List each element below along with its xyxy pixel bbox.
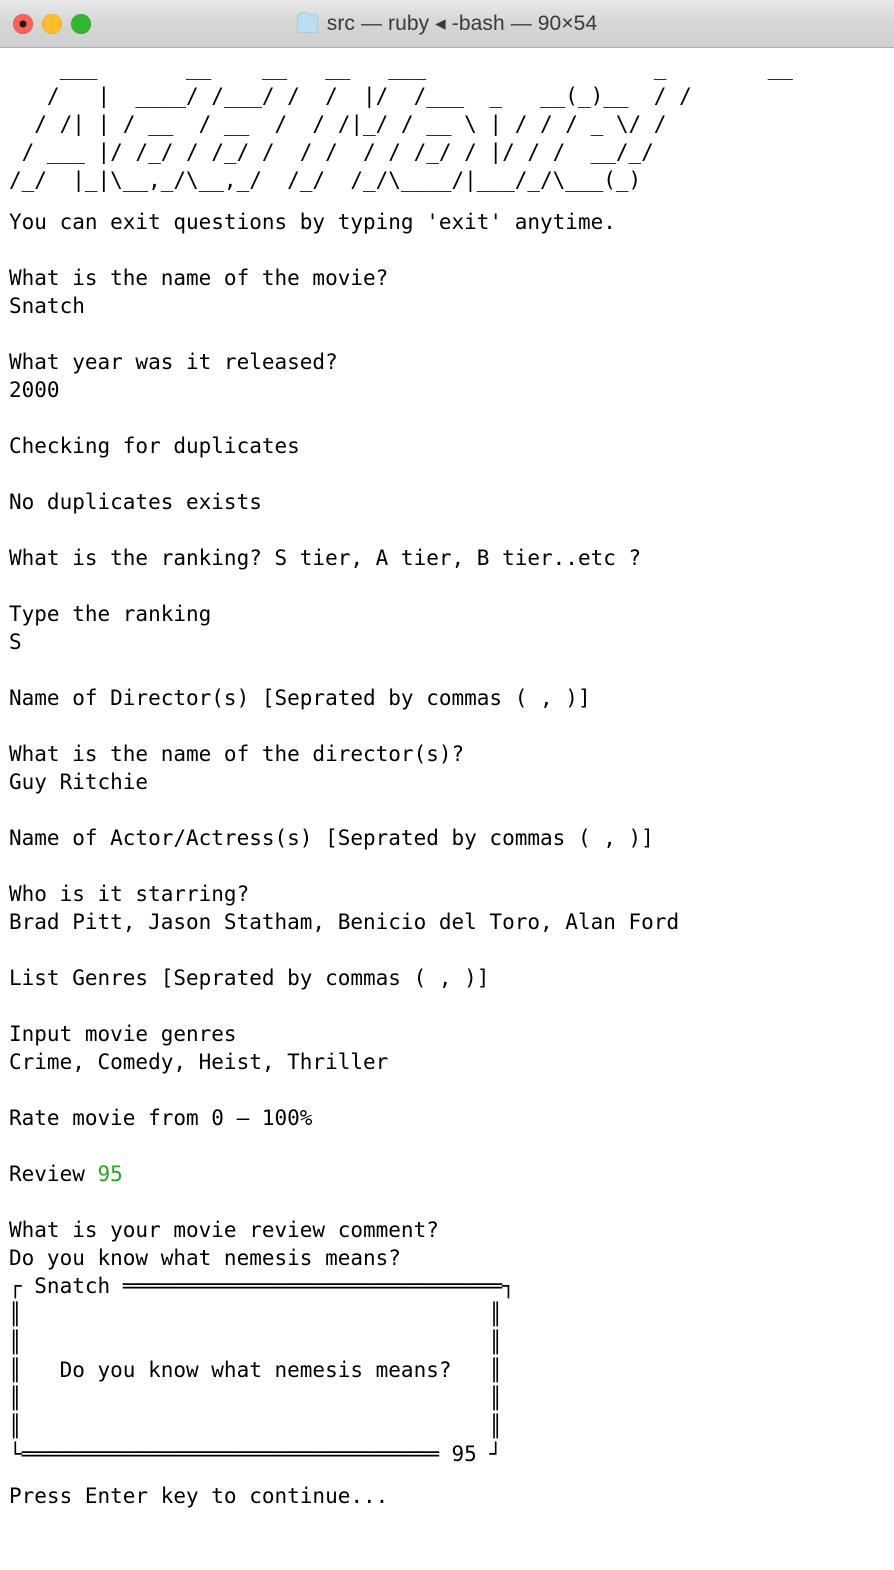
folder-icon	[296, 12, 318, 33]
label-genres: List Genres [Seprated by commas ( , )]	[9, 966, 490, 990]
answer-genres: Crime, Comedy, Heist, Thriller	[9, 1050, 389, 1074]
exit-hint: You can exit questions by typing 'exit' …	[9, 210, 616, 234]
answer-starring: Brad Pitt, Jason Statham, Benicio del To…	[9, 910, 680, 934]
question-year: What year was it released?	[9, 350, 338, 374]
title-center-group: src — ruby ◂ -bash — 90×54	[0, 11, 894, 36]
review-label: Review	[9, 1162, 98, 1186]
question-review-comment: What is your movie review comment?	[9, 1218, 439, 1242]
answer-year: 2000	[9, 378, 60, 402]
label-rate: Rate movie from 0 — 100%	[9, 1106, 313, 1130]
close-button[interactable]	[13, 13, 33, 34]
review-value: 95	[97, 1162, 123, 1186]
question-director: What is the name of the director(s)?	[9, 742, 465, 766]
label-director: Name of Director(s) [Seprated by commas …	[9, 686, 591, 710]
terminal-window: src — ruby ◂ -bash — 90×54 ___ __ __ __ …	[0, 0, 894, 1570]
window-title: src — ruby ◂ -bash — 90×54	[326, 12, 598, 35]
prompt-input-genres: Input movie genres	[9, 1022, 237, 1046]
answer-review-comment: Do you know what nemesis means?	[9, 1246, 401, 1270]
terminal-content[interactable]: ___ __ __ __ ___ _ __ / | ____/ /___/ / …	[0, 48, 894, 1570]
answer-director: Guy Ritchie	[9, 770, 149, 794]
answer-ranking: S	[9, 630, 22, 654]
review-score-line: Review 95	[0, 1160, 894, 1188]
label-actors: Name of Actor/Actress(s) [Seprated by co…	[9, 826, 654, 850]
review-box: ┌ Snatch ══════════════════════════════┐…	[9, 1274, 515, 1466]
question-ranking: What is the ranking? S tier, A tier, B t…	[9, 546, 642, 570]
question-movie-name: What is the name of the movie?	[9, 266, 389, 290]
minimize-button[interactable]	[42, 13, 62, 34]
status-no-duplicates: No duplicates exists	[9, 490, 262, 514]
maximize-button[interactable]	[71, 13, 91, 34]
title-bar[interactable]: src — ruby ◂ -bash — 90×54	[0, 0, 894, 48]
question-starring: Who is it starring?	[9, 882, 250, 906]
press-enter-prompt: Press Enter key to continue...	[9, 1484, 389, 1508]
prompt-type-ranking: Type the ranking	[9, 602, 212, 626]
status-checking: Checking for duplicates	[9, 434, 300, 458]
window-controls	[13, 13, 91, 34]
ascii-art-banner: ___ __ __ __ ___ _ __ / | ____/ /___/ / …	[9, 56, 793, 192]
answer-movie-name: Snatch	[9, 294, 85, 318]
